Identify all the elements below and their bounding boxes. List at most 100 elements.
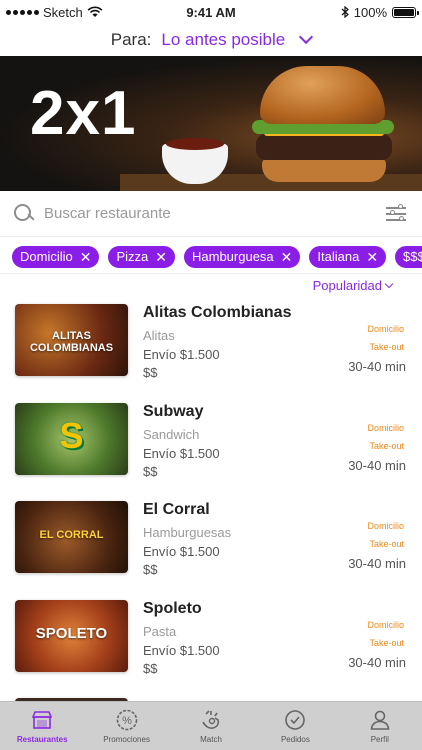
restaurant-item[interactable]: SPOLETO Spoleto Pasta Envío $1.500 $$ Do… [0,592,422,691]
price-level: $$ [143,660,158,676]
burger-image [250,62,400,190]
tag-domicilio: Domicilio [367,422,404,433]
price-level: $$ [143,463,158,479]
filter-chip-label: Italiana [317,249,360,264]
service-tags: Domicilio Take-out [367,324,404,360]
filter-chip-label: Domicilio [20,249,73,264]
battery-percent: 100% [353,4,387,20]
restaurant-category: Hamburguesas [143,525,232,540]
price-level: $$ [143,365,158,380]
restaurant-name: Alitas Colombianas [143,304,292,321]
delivery-fee: Envío $1.500 [143,642,220,658]
status-bar: Sketch 9:41 AM 100% [0,0,422,24]
restaurant-logo: S [59,414,84,456]
restaurant-item[interactable]: EL CORRAL El Corral Hamburguesas Envío $… [0,493,422,592]
restaurant-item[interactable]: ALITAS COLOMBIANAS Alitas Colombianas Al… [0,296,422,395]
filter-chips: Domicilio ✕ Pizza ✕ Hamburguesa ✕ Italia… [0,240,422,274]
filter-chip[interactable]: Domicilio ✕ [12,245,100,268]
battery-level [394,8,414,16]
close-icon[interactable]: ✕ [281,250,293,264]
restaurant-name: El Corral [143,501,210,518]
search-icon[interactable] [14,203,34,224]
tab-label: Pedidos [280,735,310,744]
restaurant-thumbnail: EL CORRAL [15,501,128,573]
tab-label: Perfil [370,735,389,744]
delivery-value[interactable]: Lo antes posible [161,30,285,50]
tab-label: Restaurantes [16,735,68,744]
chevron-down-icon[interactable] [299,29,314,45]
tag-domicilio: Domicilio [367,324,404,334]
delivery-time: 30-40 min [348,359,406,374]
filter-chip-label: $$$$ [403,249,422,264]
chevron-down-icon [384,279,394,288]
filter-chip[interactable]: Italiana ✕ [309,245,387,268]
promo-banner[interactable]: 2x1 [0,56,422,191]
percent-badge-icon: % [116,709,137,731]
sort-label: Popularidad [312,278,382,293]
delivery-time-selector[interactable]: Para: Lo antes posible [0,24,422,56]
tag-takeout: Take-out [369,637,404,648]
filter-chip[interactable]: Pizza ✕ [108,245,175,268]
carrier-name: Sketch [43,4,83,20]
tag-takeout: Take-out [369,342,404,352]
svg-text:%: % [122,715,132,727]
match-hand-icon [202,710,220,729]
restaurant-thumbnail: S [15,402,128,475]
filter-chip[interactable]: Hamburguesa ✕ [184,245,301,268]
tag-takeout: Take-out [369,440,404,451]
restaurant-thumbnail: SPOLETO [15,599,128,672]
tab-label: Promociones [103,735,150,744]
close-icon[interactable]: ✕ [366,250,378,264]
battery-icon [392,6,419,18]
service-tags: Domicilio Take-out [367,423,404,459]
restaurant-category: Pasta [143,623,177,639]
restaurant-logo: ALITAS COLOMBIANAS [29,330,114,354]
tab-perfil[interactable]: Perfil [338,702,422,750]
delivery-time: 30-40 min [348,556,406,571]
restaurant-info: Alitas Colombianas Alitas Envío $1.500 $… [143,304,291,383]
restaurant-logo: SPOLETO [35,624,108,642]
service-tags: Domicilio Take-out [367,620,404,656]
store-icon [32,711,53,729]
restaurant-logo: EL CORRAL [39,529,104,541]
price-level: $$ [143,562,158,577]
clock-check-icon [285,710,306,730]
status-time: 9:41 AM [186,4,236,20]
tag-takeout: Take-out [369,539,404,549]
restaurant-name: Spoleto [143,599,202,617]
sort-dropdown[interactable]: Popularidad [312,278,394,293]
close-icon[interactable]: ✕ [80,250,92,264]
restaurant-info: Subway Sandwich Envío $1.500 $$ [143,403,220,482]
wifi-icon [87,6,103,17]
search-input[interactable] [44,205,386,222]
service-tags: Domicilio Take-out [367,521,404,557]
filter-chip-label: Hamburguesa [192,249,274,264]
tab-label: Match [200,735,222,744]
tab-bar: Restaurantes % Promociones Match Pedidos… [0,701,422,750]
tab-match[interactable]: Match [169,702,253,750]
signal-icon [6,9,39,15]
delivery-label: Para: [110,30,152,49]
user-icon [370,710,390,730]
filter-chip-label: Pizza [116,249,149,264]
tab-promociones[interactable]: % Promociones [84,702,168,750]
banner-title: 2x1 [30,79,137,148]
tab-restaurantes[interactable]: Restaurantes [0,702,84,750]
restaurant-thumbnail: ALITAS COLOMBIANAS [15,304,128,376]
restaurant-category: Sandwich [143,426,200,442]
tag-domicilio: Domicilio [367,619,404,630]
filter-chip[interactable]: $$$$ [395,245,422,268]
delivery-time: 30-40 min [348,457,406,473]
restaurant-info: El Corral Hamburguesas Envío $1.500 $$ [143,501,231,580]
delivery-fee: Envío $1.500 [143,544,220,559]
delivery-time: 30-40 min [348,654,406,670]
delivery-fee: Envío $1.500 [143,445,220,461]
close-icon[interactable]: ✕ [155,250,167,264]
restaurant-item[interactable]: S Subway Sandwich Envío $1.500 $$ Domici… [0,395,422,494]
tag-domicilio: Domicilio [367,521,404,531]
delivery-fee: Envío $1.500 [143,347,220,362]
restaurant-name: Subway [143,402,204,420]
status-right: 100% [276,4,419,20]
sliders-icon[interactable] [386,203,408,224]
tab-pedidos[interactable]: Pedidos [253,702,337,750]
